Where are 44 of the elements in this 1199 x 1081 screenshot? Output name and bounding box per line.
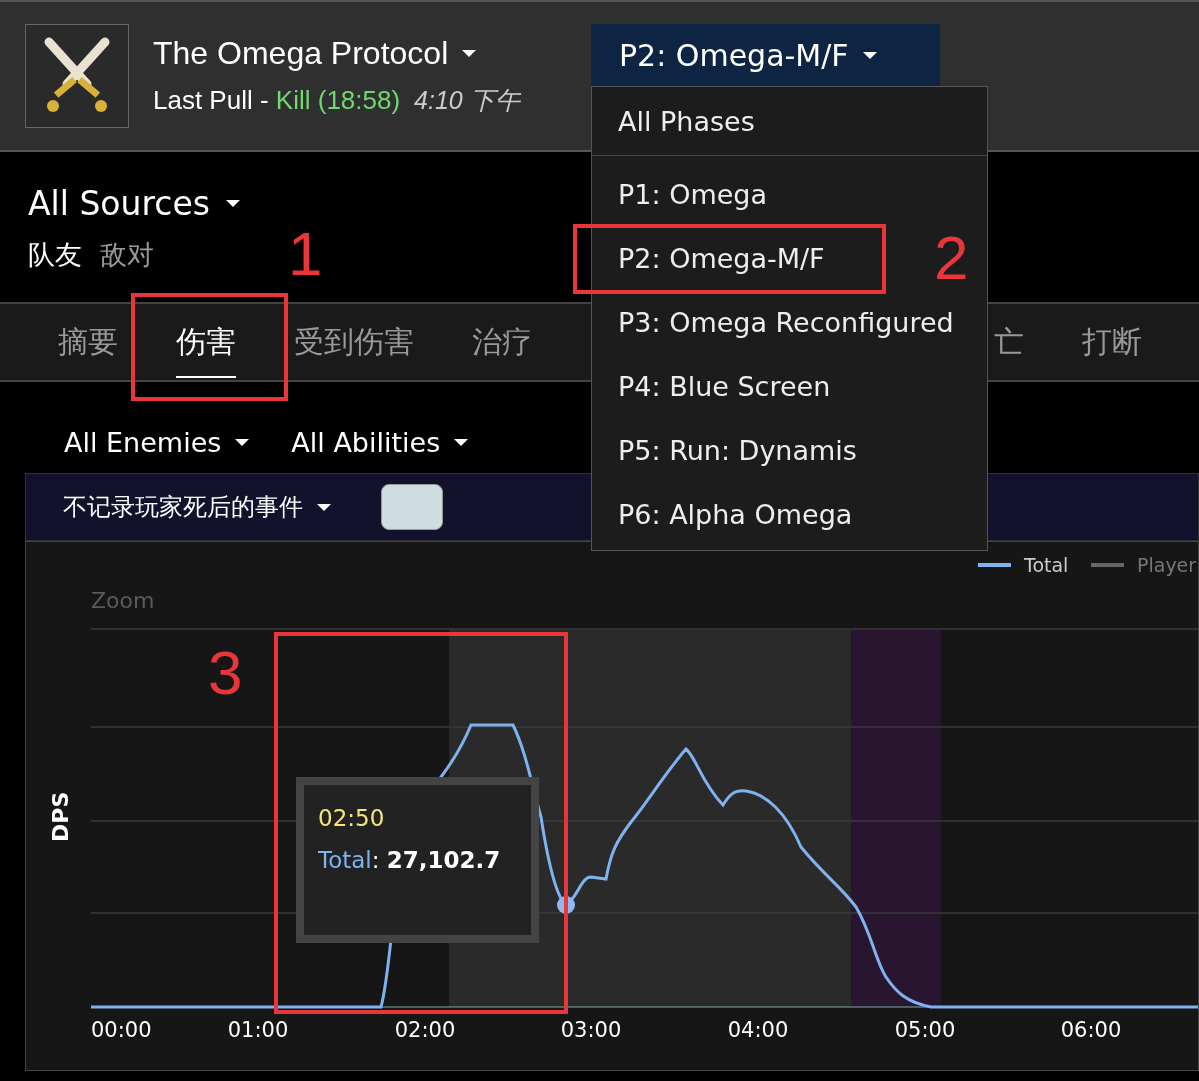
x-tick-label: 06:00 [1060,1018,1122,1042]
tab[interactable]: 治疗 [443,304,561,380]
caret-icon [225,200,240,207]
menu-item[interactable]: P1: Omega [592,162,771,226]
hover-point [557,896,575,914]
last-pull-info: Last Pull - Kill (18:58) 4:10 下午 [153,84,520,117]
menu-item[interactable]: All Phases [592,87,759,155]
caret-icon [462,50,477,57]
caret-icon [235,439,250,446]
axis-title: DPS [48,791,73,842]
caret-icon [862,51,877,59]
filter-dropdown[interactable]: All Enemies [64,412,250,473]
tab[interactable]: 伤害 [147,304,265,380]
menu-item[interactable]: P4: Blue Screen [592,354,835,418]
x-tick-label: 02:00 [394,1018,456,1042]
tab[interactable]: 摘要 [29,304,147,380]
tooltip-time: 02:50 [318,805,385,831]
tab[interactable]: 受到伤害 [265,304,443,380]
legend-label[interactable]: Player [1137,554,1197,576]
source-dropdown[interactable]: All Sources [28,184,240,223]
phase-dropdown[interactable]: P2: Omega-M/F [591,24,940,86]
source-filter[interactable]: 队友 [28,237,82,273]
menu-item[interactable]: P6: Alpha Omega [592,482,857,546]
encounter-dropdown[interactable]: The Omega Protocol [153,35,520,72]
annotation-number: 3 [208,637,243,708]
filter-dropdown[interactable]: All Abilities [291,412,469,473]
x-tick-label: 00:00 [91,1018,152,1042]
caret-icon [317,503,331,511]
options-dropdown[interactable]: 不记录玩家死后的事件 [63,491,331,523]
x-tick-label: 03:00 [560,1018,622,1042]
tooltip-value: Total: 27,102.7 [318,847,501,873]
menu-item[interactable]: P3: Omega Reconfigured [592,290,958,354]
legend-label[interactable]: Total [1024,554,1069,576]
annotation-number: 2 [934,222,969,293]
caret-icon [454,439,469,446]
menu-item[interactable]: P5: Run: Dynamis [592,418,861,482]
x-tick-label: 05:00 [894,1018,956,1042]
color-swatch[interactable] [381,484,443,530]
tab[interactable]: 打断 [1053,304,1171,380]
x-tick-label: 01:00 [227,1018,289,1042]
x-tick-label: 04:00 [727,1018,789,1042]
menu-item[interactable]: P2: Omega-M/F [592,226,829,290]
source-filter[interactable]: 敌对 [100,237,154,273]
annotation-number: 1 [288,218,323,289]
